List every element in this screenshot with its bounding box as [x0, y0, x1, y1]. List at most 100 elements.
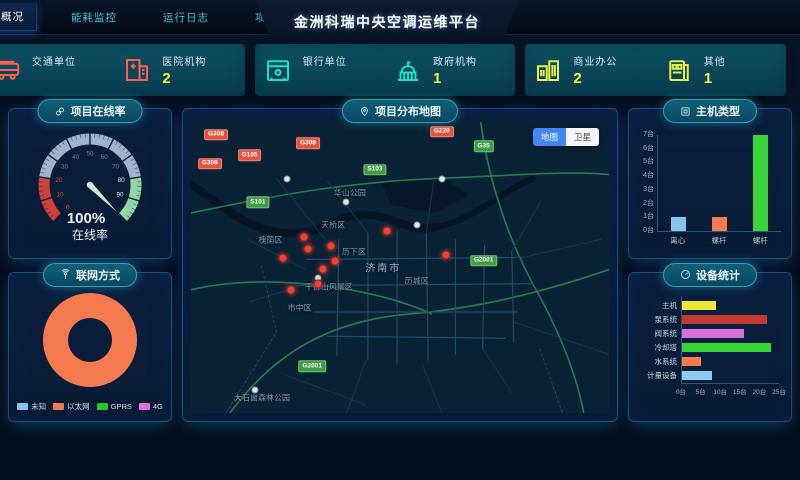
- device-row-4: 水系统: [635, 355, 779, 369]
- legend-item-2[interactable]: GPRS: [97, 401, 132, 412]
- left-column: 项目在线率 0102030405060708090100%在线率 联网方式 未知…: [8, 108, 172, 422]
- project-marker-7[interactable]: [327, 241, 336, 250]
- project-marker-8[interactable]: [383, 227, 392, 236]
- y-tick-label: 2台: [643, 198, 654, 208]
- stat-card-0[interactable]: 交通单位 医院机构2: [0, 44, 245, 96]
- project-marker-2[interactable]: [287, 285, 296, 294]
- device-category-label: 冷却塔: [635, 342, 681, 353]
- legend-label: GPRS: [111, 402, 132, 411]
- stat-value: [303, 70, 347, 87]
- bar-track: [681, 329, 779, 338]
- government-icon: [393, 55, 423, 85]
- device-category-label: 阀系统: [635, 328, 681, 339]
- bar-track: [681, 371, 779, 380]
- bank-icon: [263, 55, 293, 85]
- x-category-label: 螺杆: [753, 235, 768, 246]
- device-category-label: 计量设备: [635, 370, 681, 381]
- nav-tab-1[interactable]: 能耗监控: [59, 4, 129, 31]
- panel-online-rate: 项目在线率 0102030405060708090100%在线率: [8, 108, 172, 259]
- legend-swatch: [17, 403, 28, 410]
- legend-swatch: [97, 403, 108, 410]
- panel-network-header: 联网方式: [43, 263, 137, 287]
- panel-network: 联网方式 未知以太网GPRS4G: [8, 272, 172, 423]
- stat-card-1[interactable]: 银行单位 政府机构1: [255, 44, 516, 96]
- stats-icon: [680, 269, 691, 280]
- factory-icon: [664, 55, 694, 85]
- poi-dot: [251, 386, 258, 393]
- nav-tab-2[interactable]: 运行日志: [151, 4, 221, 31]
- legend-swatch: [139, 403, 150, 410]
- stat-value: 2: [573, 70, 617, 87]
- x-tick-label: 15台: [733, 386, 747, 396]
- poi-dot: [284, 175, 291, 182]
- device-row-2: 阀系统: [635, 327, 779, 341]
- stat-item: 政府机构1: [385, 53, 515, 87]
- device-bar-3: [681, 343, 771, 352]
- project-marker-0[interactable]: [304, 244, 313, 253]
- project-marker-6[interactable]: [278, 253, 287, 262]
- road-badge: G220: [430, 126, 454, 138]
- x-tick-label: 20台: [753, 386, 767, 396]
- project-marker-3[interactable]: [299, 233, 308, 242]
- road-badge: S103: [363, 164, 386, 176]
- legend-label: 4G: [153, 402, 163, 411]
- device-stats-rows: 主机泵系统阀系统冷却塔水系统计量设备: [635, 299, 779, 383]
- device-category-label: 水系统: [635, 356, 681, 367]
- stat-value: 2: [162, 70, 206, 87]
- legend-item-3[interactable]: 4G: [139, 401, 163, 412]
- legend-label: 未知: [31, 401, 46, 412]
- main-area: 项目在线率 0102030405060708090100%在线率 联网方式 未知…: [0, 108, 800, 422]
- panel-device-stats: 设备统计 主机泵系统阀系统冷却塔水系统计量设备 0台5台10台15台20台25台: [628, 272, 792, 423]
- project-marker-9[interactable]: [441, 250, 450, 259]
- map-area-label: 槐荫区: [258, 235, 282, 246]
- map-area-label: 千佛山风景区: [305, 282, 353, 293]
- map-area-label: 济南市: [365, 259, 401, 274]
- top-nav: 概况能耗监控运行日志项目列表视频监控 金洲科瑞中央空调运维平台: [0, 0, 800, 35]
- device-stats-x-axis: 0台5台10台15台20台25台: [681, 383, 779, 397]
- stat-label: 交通单位: [32, 53, 76, 68]
- map-area-label: 历下区: [342, 246, 366, 257]
- hospital-icon: [122, 55, 152, 85]
- road-badge: G105: [238, 149, 262, 161]
- stat-item: 商业办公 2: [525, 53, 655, 87]
- road-badge: S101: [246, 196, 269, 208]
- legend-label: 以太网: [67, 401, 90, 412]
- legend-item-1[interactable]: 以太网: [53, 401, 90, 412]
- panel-title: 项目在线率: [71, 103, 126, 119]
- map-layer-button-地图[interactable]: 地图: [533, 128, 566, 146]
- stat-item: 医院机构2: [114, 53, 244, 87]
- poi-dot: [342, 199, 349, 206]
- dashboard-screen: 概况能耗监控运行日志项目列表视频监控 金洲科瑞中央空调运维平台 交通单位 医院机构…: [0, 0, 800, 480]
- road-badge: G2001: [298, 360, 326, 372]
- x-category-label: 螺杆: [711, 235, 726, 246]
- legend-item-0[interactable]: 未知: [17, 401, 46, 412]
- poi-dot: [413, 222, 420, 229]
- svg-text:60: 60: [101, 154, 109, 161]
- y-tick-label: 7台: [643, 129, 654, 139]
- map-layer-button-卫星[interactable]: 卫星: [566, 128, 599, 146]
- project-marker-1[interactable]: [318, 265, 327, 274]
- x-tick-label: 10台: [713, 386, 727, 396]
- panel-device-stats-header: 设备统计: [663, 263, 757, 287]
- stat-label: 其他: [704, 53, 726, 68]
- nav-tab-0[interactable]: 概况: [0, 3, 37, 31]
- device-row-5: 计量设备: [635, 369, 779, 383]
- stat-label: 银行单位: [303, 53, 347, 68]
- project-map[interactable]: 槐荫区天桥区历下区市中区历城区千佛山风景区济南市华山公园大石崮森林公园G308G…: [191, 120, 609, 413]
- antenna-icon: [60, 269, 71, 280]
- right-column: 主机类型 0台1台2台3台4台5台6台7台 离心螺杆螺杆 设备统计 主机泵系统阀…: [628, 108, 792, 422]
- stat-cards-row: 交通单位 医院机构2 银行单位 政府机构1 商业办公 2 其他1: [0, 44, 786, 96]
- bus-icon: [0, 55, 22, 85]
- y-tick-label: 1台: [643, 211, 654, 221]
- page-title: 金洲科瑞中央空调运维平台: [294, 12, 480, 32]
- y-tick-label: 0台: [643, 225, 654, 235]
- project-marker-5[interactable]: [314, 280, 323, 289]
- stat-card-2[interactable]: 商业办公 2 其他1: [525, 44, 786, 96]
- project-marker-4[interactable]: [331, 256, 340, 265]
- x-tick-label: 5台: [696, 386, 706, 396]
- device-bar-2: [681, 329, 744, 338]
- x-tick-label: 0台: [676, 386, 686, 396]
- stat-label: 商业办公: [573, 53, 617, 68]
- stat-item: 其他1: [656, 53, 786, 87]
- bar-track: [681, 315, 779, 324]
